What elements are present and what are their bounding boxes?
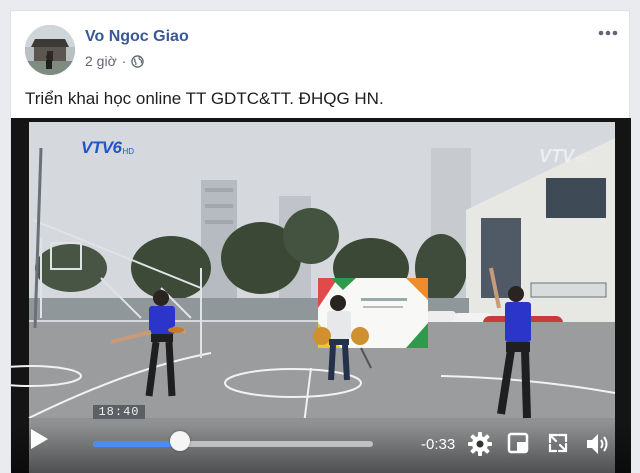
watermark-text: VTV [539, 146, 575, 166]
globe-icon[interactable] [131, 54, 145, 68]
post-time[interactable]: 2 giờ [85, 53, 117, 69]
channel-watermark: VTV VTI [539, 146, 587, 167]
volume-icon[interactable] [585, 431, 611, 457]
gear-icon[interactable] [467, 431, 493, 457]
fullscreen-icon[interactable] [547, 432, 569, 454]
progress-fill [93, 441, 180, 447]
author-name[interactable]: Vo Ngoc Giao [85, 28, 189, 46]
channel-logo-text: VTV6 [81, 138, 122, 157]
broadcast-clock: 18:40 [93, 405, 145, 419]
video-frame [11, 118, 631, 473]
post-caption: Triển khai học online TT GDTC&TT. ĐHQG H… [25, 89, 384, 108]
watermark-suffix: VTI [576, 157, 587, 164]
player-controls [11, 423, 631, 473]
picture-in-picture-icon[interactable] [507, 432, 529, 454]
more-options-icon[interactable] [597, 27, 619, 39]
time-remaining: -0:33 [421, 436, 456, 453]
channel-logo: VTV6 HD [81, 138, 134, 158]
meta-separator: · [121, 53, 127, 69]
video-player[interactable]: VTV6 HD VTV VTI 18:40 -0:33 [11, 118, 631, 473]
channel-logo-suffix: HD [122, 147, 135, 156]
post-meta: 2 giờ · [85, 53, 145, 69]
play-icon[interactable] [29, 428, 49, 450]
progress-thumb[interactable] [169, 431, 190, 451]
post-card: Vo Ngoc Giao 2 giờ · Triển khai học onli… [10, 10, 631, 473]
progress-track[interactable] [93, 441, 373, 447]
avatar[interactable] [25, 25, 75, 75]
